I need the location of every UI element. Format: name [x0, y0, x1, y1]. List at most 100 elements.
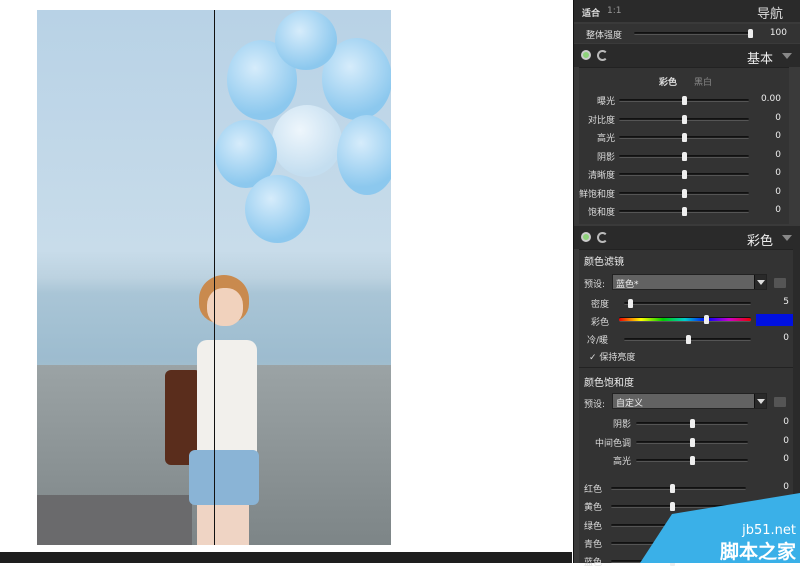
slider-knob[interactable] [669, 484, 675, 493]
fit-button[interactable]: 适合 [582, 6, 600, 19]
slider-label: 青色 [584, 539, 603, 550]
overall-strength-label: 整体强度 [586, 31, 623, 41]
slider[interactable] [619, 114, 749, 124]
slider-knob[interactable] [682, 170, 687, 179]
slider-label: 绿色 [584, 521, 603, 532]
girl-shorts [189, 450, 259, 505]
slider-label: 黄色 [584, 503, 603, 514]
slider-knob[interactable] [682, 151, 687, 161]
color-saturation-title: 颜色饱和度 [584, 378, 634, 389]
chevron-down-icon[interactable] [754, 275, 766, 289]
slider[interactable] [636, 437, 748, 447]
slider[interactable] [636, 456, 748, 465]
overall-strength-slider[interactable] [634, 29, 753, 38]
density-label: 密度 [591, 300, 610, 310]
preset-value: 自定义 [616, 399, 644, 409]
slider-knob[interactable] [682, 133, 687, 142]
slider-label: 饱和度 [587, 208, 615, 218]
keep-luminance-label: 保持亮度 [599, 353, 636, 363]
preset-menu-icon[interactable] [774, 397, 786, 407]
slider-knob[interactable] [682, 207, 687, 216]
slider-label: 曝光 [596, 97, 615, 107]
slider-label: 红色 [584, 485, 603, 495]
slider-knob[interactable] [704, 315, 710, 324]
density-slider[interactable] [624, 299, 751, 308]
overall-strength-value: 100 [769, 28, 787, 38]
slider-knob[interactable] [690, 456, 695, 465]
chevron-down-icon[interactable] [754, 394, 766, 408]
navigator-title[interactable]: 导航 [757, 3, 783, 22]
cool-warm-slider[interactable] [624, 335, 751, 344]
adjustment-panel: 适合 1:1 导航 整体强度 100 基本 彩色 黑白 曝光 0.00 对比度 0 高光… [573, 0, 800, 568]
cool-warm-value: 0 [783, 333, 789, 343]
hue-color-swatch[interactable] [756, 314, 793, 326]
girl-body [197, 340, 257, 465]
tab-color[interactable]: 彩色 [659, 75, 677, 88]
slider-value: 0 [775, 131, 781, 141]
slider-knob[interactable] [690, 419, 695, 428]
color-title: 彩色 [746, 234, 773, 249]
saturation-preset-dropdown[interactable]: 自定义 [612, 393, 767, 409]
slider-knob[interactable] [682, 114, 687, 124]
navigator-header: 适合 1:1 导航 [574, 0, 800, 22]
slider-knob[interactable] [682, 188, 687, 198]
slider-label: 蓝色 [584, 558, 603, 568]
balloon [275, 10, 337, 70]
slider[interactable] [636, 419, 748, 428]
tab-bw[interactable]: 黑白 [694, 75, 712, 88]
slider-value: 0 [775, 112, 781, 123]
slider-knob[interactable] [682, 96, 687, 105]
slider[interactable] [619, 151, 749, 161]
reset-icon[interactable] [597, 232, 608, 243]
collapse-triangle-icon[interactable] [782, 53, 792, 59]
slider-value: 0 [775, 186, 781, 197]
bottom-bar [0, 552, 572, 563]
slider-label: 高光 [612, 457, 631, 467]
girl-legs [197, 505, 249, 545]
basic-header[interactable]: 基本 [574, 44, 800, 67]
preset-menu-icon[interactable] [774, 278, 786, 288]
slider[interactable] [619, 96, 749, 105]
slider-value: 0 [775, 149, 781, 160]
slider-value: 0 [783, 435, 789, 446]
filter-preset-dropdown[interactable]: 蓝色* [612, 274, 767, 290]
slider-knob[interactable] [669, 502, 675, 512]
reset-icon[interactable] [597, 50, 608, 61]
collapse-triangle-icon[interactable] [782, 235, 792, 241]
image-canvas[interactable] [0, 0, 572, 563]
hue-label: 彩色 [591, 318, 610, 328]
slider[interactable] [619, 207, 749, 216]
slider[interactable] [611, 484, 746, 493]
slider[interactable] [619, 170, 749, 179]
hue-slider[interactable] [619, 315, 751, 324]
basic-section: 彩色 黑白 曝光 0.00 对比度 0 高光 0 阴影 0 清晰度 0 鲜饱和度 0 饱和度 0 [579, 67, 789, 224]
slider[interactable] [619, 133, 749, 142]
toggle-on-icon[interactable] [581, 232, 591, 242]
girl-face [207, 288, 243, 326]
preset-label: 预设: [584, 400, 606, 410]
slider[interactable] [619, 188, 749, 198]
color-header[interactable]: 彩色 [574, 226, 800, 249]
slider-knob[interactable] [628, 299, 634, 308]
slider-value: 0 [775, 168, 781, 178]
watermark-url: jb51.net [742, 523, 796, 538]
slider-label: 鲜饱和度 [579, 189, 615, 200]
preset-value: 蓝色* [616, 280, 639, 290]
one-to-one-button[interactable]: 1:1 [607, 6, 621, 16]
slider-knob[interactable] [685, 335, 691, 344]
balloon [337, 115, 391, 195]
slider-value: 0 [783, 482, 789, 492]
slider-label: 高光 [596, 134, 615, 144]
density-value: 5 [783, 297, 789, 307]
preset-label: 预设: [584, 280, 606, 290]
toggle-on-icon[interactable] [581, 50, 591, 60]
slider-value: 0 [775, 205, 781, 215]
slider-knob[interactable] [748, 29, 753, 38]
color-filter-title: 颜色滤镜 [584, 257, 624, 268]
slider-knob[interactable] [690, 437, 695, 447]
before-after-divider[interactable] [214, 10, 215, 545]
divider [579, 367, 794, 368]
keep-luminance-checkbox[interactable]: ✓ 保持亮度 [589, 350, 635, 363]
slider-label: 阴影 [596, 152, 615, 163]
floor [37, 495, 192, 545]
